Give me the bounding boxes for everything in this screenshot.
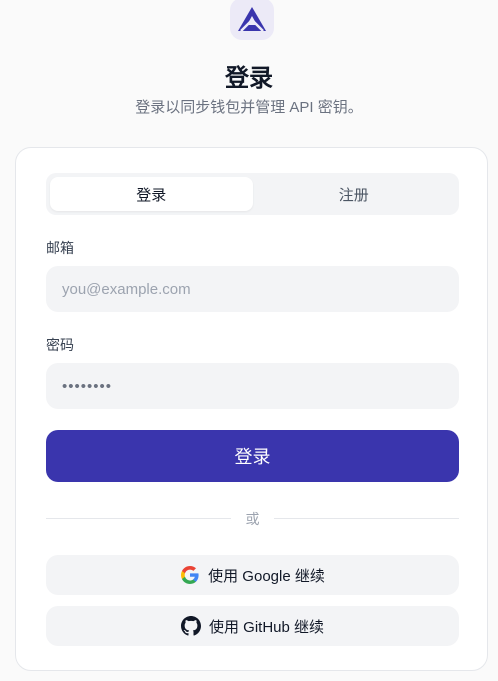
- login-card: 登录 注册 邮箱 密码 登录 或 使用 Google 继续 使用 GitHub …: [15, 147, 488, 671]
- email-field[interactable]: [46, 266, 459, 312]
- github-button-label: 使用 GitHub 继续: [208, 618, 325, 636]
- divider-right: [274, 518, 459, 519]
- app-logo: [230, 0, 274, 40]
- divider-label: 或: [245, 511, 260, 527]
- github-icon: [180, 616, 201, 636]
- github-button[interactable]: 使用 GitHub 继续: [46, 606, 459, 646]
- google-button[interactable]: 使用 Google 继续: [46, 555, 459, 595]
- password-field[interactable]: [46, 363, 459, 409]
- page-subtitle: 登录以同步钱包并管理 API 密钥。: [135, 99, 363, 116]
- login-button[interactable]: 登录: [46, 430, 459, 482]
- google-icon: [180, 565, 200, 585]
- tab-login[interactable]: 登录: [50, 177, 253, 211]
- auth-tabs: 登录 注册: [46, 173, 459, 215]
- tab-register[interactable]: 注册: [253, 177, 456, 211]
- password-label: 密码: [46, 337, 74, 353]
- google-button-label: 使用 Google 继续: [208, 567, 325, 585]
- app-logo-icon: [238, 7, 266, 32]
- page-title: 登录: [225, 65, 273, 92]
- email-label: 邮箱: [46, 240, 74, 256]
